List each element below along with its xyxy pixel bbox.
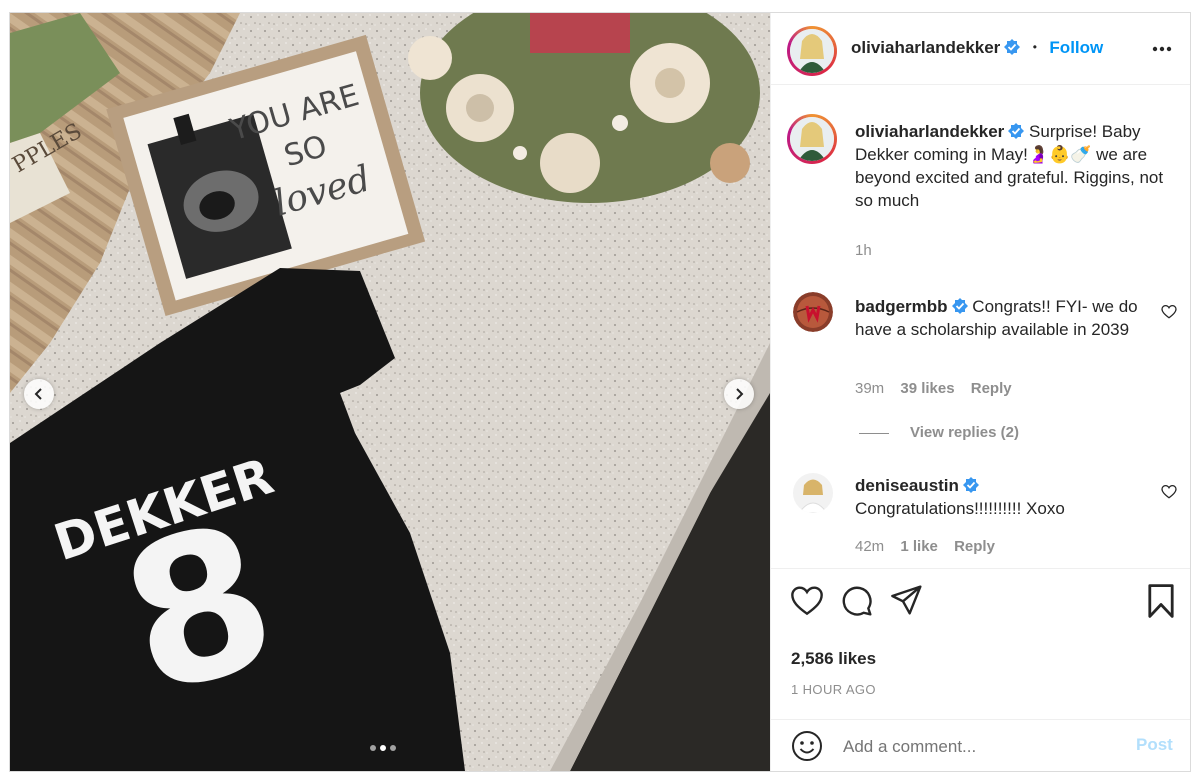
comment-username[interactable]: deniseaustin <box>855 476 959 495</box>
reply-button[interactable]: Reply <box>971 380 1012 397</box>
post-header: oliviaharlandekker • Follow <box>771 13 1190 85</box>
carousel-dot <box>370 745 376 751</box>
comment-meta: 39m 39 likes Reply <box>855 380 1012 397</box>
comment-icon[interactable] <box>841 585 873 617</box>
comment-likes[interactable]: 1 like <box>900 538 938 555</box>
caption-username[interactable]: oliviaharlandekker <box>855 122 1004 141</box>
heart-icon[interactable] <box>791 586 823 616</box>
carousel-indicator <box>370 745 396 751</box>
avatar <box>790 29 834 73</box>
heart-icon[interactable] <box>1161 485 1177 499</box>
instagram-post-window: PPLES YOU ARE SO loved DEKKER 8 oliviaha… <box>9 12 1191 772</box>
chevron-left-icon <box>34 388 42 400</box>
carousel-dot-active <box>380 745 386 751</box>
avatar <box>790 117 834 161</box>
more-options-icon[interactable] <box>1151 43 1173 55</box>
next-photo-button[interactable] <box>724 379 754 409</box>
comment-input[interactable] <box>841 730 1115 764</box>
caption-avatar-ring[interactable] <box>787 114 837 164</box>
heart-icon[interactable] <box>1161 305 1177 319</box>
post-comment-button[interactable]: Post <box>1136 735 1173 755</box>
post-sidebar: oliviaharlandekker • Follow oliviaharlan… <box>770 13 1190 771</box>
view-replies-button[interactable]: View replies (2) <box>910 424 1019 441</box>
photo-illustration: PPLES YOU ARE SO loved DEKKER 8 <box>10 13 770 771</box>
previous-photo-button[interactable] <box>24 379 54 409</box>
comment-text: Congratulations!!!!!!!!!! Xoxo <box>855 499 1065 518</box>
comment-block: badgermbb Congrats!! FYI- we do have a s… <box>855 295 1145 341</box>
comment-likes[interactable]: 39 likes <box>900 380 954 397</box>
commenter-avatar[interactable] <box>793 292 833 332</box>
bookmark-icon[interactable] <box>1147 584 1175 618</box>
comment-time: 39m <box>855 380 885 397</box>
chevron-right-icon <box>736 388 744 400</box>
avatar-image <box>790 117 834 161</box>
header-username[interactable]: oliviaharlandekker <box>851 38 1000 57</box>
emoji-icon[interactable] <box>791 730 823 762</box>
comment-time: 42m <box>855 538 885 555</box>
avatar-image <box>793 292 833 332</box>
follow-button[interactable]: Follow <box>1049 38 1103 57</box>
post-actions: 2,586 likes 1 HOUR AGO <box>771 569 1190 719</box>
avatar-image <box>790 29 834 73</box>
post-photo[interactable]: PPLES YOU ARE SO loved DEKKER 8 <box>10 13 770 771</box>
verified-badge-icon <box>1004 39 1021 55</box>
add-comment-bar: Post <box>771 719 1190 771</box>
comments-section: oliviaharlandekker Surprise! Baby Dekker… <box>771 85 1190 569</box>
post-timestamp: 1 HOUR AGO <box>791 682 876 697</box>
replies-divider <box>859 433 889 434</box>
comment-block: deniseaustin Congratulations!!!!!!!!!! X… <box>855 474 1145 520</box>
caption-time: 1h <box>855 242 872 259</box>
reply-button[interactable]: Reply <box>954 538 995 555</box>
likes-count[interactable]: 2,586 likes <box>791 649 876 669</box>
verified-badge-icon <box>1008 123 1025 139</box>
comment-meta: 42m 1 like Reply <box>855 538 995 555</box>
avatar-image <box>793 473 833 513</box>
carousel-dot <box>390 745 396 751</box>
verified-badge-icon <box>962 477 979 493</box>
caption-block: oliviaharlandekker Surprise! Baby Dekker… <box>855 120 1175 212</box>
verified-badge-icon <box>951 298 968 314</box>
header-separator: • <box>1032 40 1037 54</box>
comment-username[interactable]: badgermbb <box>855 297 948 316</box>
share-icon[interactable] <box>891 585 923 615</box>
commenter-avatar[interactable] <box>793 473 833 513</box>
avatar-story-ring[interactable] <box>787 26 837 76</box>
